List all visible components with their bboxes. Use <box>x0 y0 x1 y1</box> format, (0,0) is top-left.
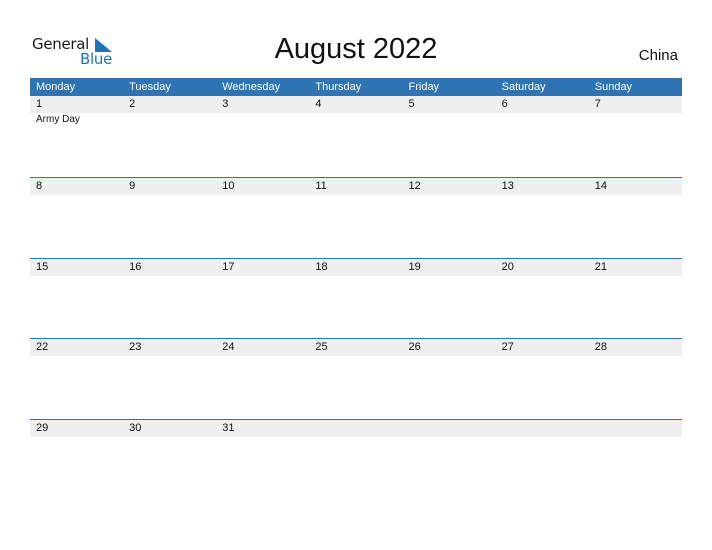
day-number: 14 <box>594 180 607 192</box>
day-number: 6 <box>501 98 508 110</box>
day-number <box>309 420 402 437</box>
day-number <box>403 420 496 437</box>
day-number: 13 <box>501 180 514 192</box>
holiday-label <box>216 113 309 127</box>
day-number: 22 <box>36 341 49 353</box>
week-row: 15 16 17 18 19 20 21 <box>30 257 682 339</box>
day-number: 26 <box>408 341 421 353</box>
day-number <box>496 420 589 437</box>
date-band: 29 30 31 <box>30 419 682 437</box>
day-number: 8 <box>36 180 43 192</box>
day-number: 24 <box>222 341 235 353</box>
day-number <box>589 420 682 437</box>
week-row: 1 2 3 4 5 6 7 Army Day <box>30 96 682 177</box>
day-number: 31 <box>222 421 235 434</box>
day-number: 4 <box>315 98 322 110</box>
day-number: 15 <box>36 260 49 273</box>
calendar-title: August 2022 <box>274 33 438 65</box>
date-band: 22 23 24 25 26 27 28 <box>30 339 682 356</box>
day-number: 21 <box>594 260 607 273</box>
day-number: 5 <box>408 98 415 110</box>
country-label: China <box>638 47 678 64</box>
events-row: Army Day <box>30 113 682 127</box>
day-number: 29 <box>36 421 49 434</box>
day-number: 10 <box>222 180 235 192</box>
holiday-label: Army Day <box>36 114 80 125</box>
day-number: 20 <box>501 260 514 273</box>
weekday-saturday: Saturday <box>501 81 546 93</box>
day-number: 27 <box>501 341 514 353</box>
day-number: 9 <box>129 180 136 192</box>
weekday-tuesday: Tuesday <box>129 81 171 93</box>
date-band: 8 9 10 11 12 13 14 <box>30 178 682 195</box>
weekday-wednesday: Wednesday <box>222 81 281 93</box>
day-number: 16 <box>129 260 142 273</box>
day-number: 25 <box>315 341 328 353</box>
holiday-label <box>123 113 216 127</box>
date-band: 15 16 17 18 19 20 21 <box>30 258 682 276</box>
week-row: 8 9 10 11 12 13 14 <box>30 177 682 258</box>
week-row: 22 23 24 25 26 27 28 <box>30 338 682 419</box>
day-number: 23 <box>129 341 142 353</box>
date-band: 1 2 3 4 5 6 7 <box>30 96 682 113</box>
weekday-sunday: Sunday <box>594 81 633 93</box>
week-row: 29 30 31 <box>30 418 682 500</box>
calendar-grid: Monday Tuesday Wednesday Thursday Friday… <box>30 78 682 499</box>
day-number: 12 <box>408 180 421 192</box>
day-number: 7 <box>594 98 601 110</box>
holiday-label <box>496 113 589 127</box>
day-number: 3 <box>222 98 229 110</box>
day-number: 30 <box>129 421 142 434</box>
day-number: 19 <box>408 260 421 273</box>
holiday-label <box>589 113 682 127</box>
day-number: 11 <box>315 180 327 192</box>
day-number: 2 <box>129 98 136 110</box>
day-number: 17 <box>222 260 235 273</box>
day-number: 1 <box>36 98 43 110</box>
day-number: 18 <box>315 260 328 273</box>
weekday-friday: Friday <box>408 81 440 93</box>
weekday-monday: Monday <box>36 81 76 93</box>
weekday-thursday: Thursday <box>315 81 362 93</box>
holiday-label <box>403 113 496 127</box>
weekday-header: Monday Tuesday Wednesday Thursday Friday… <box>30 78 682 96</box>
holiday-label <box>309 113 402 127</box>
day-number: 28 <box>594 341 607 353</box>
